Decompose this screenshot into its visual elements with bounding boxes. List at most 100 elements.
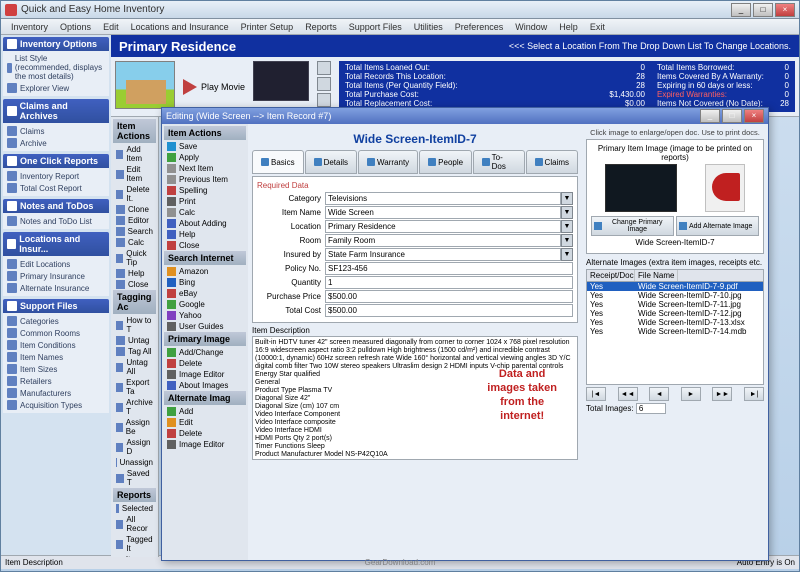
child-action-item[interactable]: Apply (164, 152, 246, 163)
sidebar-item[interactable]: Categories (5, 315, 107, 327)
child-action-item[interactable]: Image Editor (164, 439, 246, 450)
action-item[interactable]: Editor (113, 215, 156, 226)
toolbar-icon[interactable] (317, 77, 331, 91)
col-receipt[interactable]: Receipt/Doc (587, 270, 635, 281)
action-item[interactable]: Selected (113, 503, 156, 514)
sidebar-item[interactable]: Manufacturers (5, 387, 107, 399)
minimize-button[interactable]: _ (731, 3, 751, 17)
dropdown-button[interactable]: ▼ (561, 220, 573, 233)
tab-people[interactable]: People (419, 150, 472, 174)
nav-prev-page-button[interactable]: ◄◄ (618, 387, 638, 401)
panel-header[interactable]: Inventory Options (3, 37, 109, 51)
tab-basics[interactable]: Basics (252, 150, 304, 174)
add-alternate-image-button[interactable]: Add Alternate Image (676, 216, 759, 236)
sidebar-item[interactable]: Acquisition Types (5, 399, 107, 411)
sidebar-item[interactable]: Primary Insurance (5, 270, 107, 282)
field-input[interactable]: Family Room (325, 234, 561, 247)
action-item[interactable]: Unassign (113, 457, 156, 468)
maximize-button[interactable]: □ (753, 3, 773, 17)
nav-next-page-button[interactable]: ►► (712, 387, 732, 401)
image-list-row[interactable]: YesWide Screen-ItemID-7-12.jpg (587, 309, 763, 318)
action-item[interactable]: Calc (113, 237, 156, 248)
panel-header[interactable]: Notes and ToDos (3, 199, 109, 213)
child-action-item[interactable]: Previous Item (164, 174, 246, 185)
sidebar-item[interactable]: Claims (5, 125, 107, 137)
menu-inventory[interactable]: Inventory (5, 22, 54, 32)
pdf-icon[interactable] (705, 164, 745, 212)
action-item[interactable]: Assign D (113, 437, 156, 457)
child-action-item[interactable]: Amazon (164, 266, 246, 277)
dropdown-button[interactable]: ▼ (561, 248, 573, 261)
panel-header[interactable]: One Click Reports (3, 154, 109, 168)
sidebar-item[interactable]: List Style (recommended, displays the mo… (5, 53, 107, 82)
action-item[interactable]: Archive T (113, 397, 156, 417)
tab-to-dos[interactable]: To-Dos (473, 150, 524, 174)
child-action-item[interactable]: Delete (164, 358, 246, 369)
panel-header[interactable]: Locations and Insur... (3, 232, 109, 256)
menu-utilities[interactable]: Utilities (408, 22, 449, 32)
play-movie-button[interactable]: Play Movie (183, 61, 245, 112)
nav-last-button[interactable]: ►| (744, 387, 764, 401)
image-list-row[interactable]: YesWide Screen-ItemID-7-10.jpg (587, 291, 763, 300)
dropdown-button[interactable]: ▼ (561, 234, 573, 247)
close-button[interactable]: × (775, 3, 795, 17)
action-item[interactable]: Untag (113, 335, 156, 346)
dropdown-button[interactable]: ▼ (561, 206, 573, 219)
child-action-item[interactable]: About Adding (164, 218, 246, 229)
image-list-row[interactable]: YesWide Screen-ItemID-7-9.pdf (587, 282, 763, 291)
action-item[interactable]: Item Imag (113, 554, 156, 557)
tab-claims[interactable]: Claims (526, 150, 578, 174)
field-input[interactable]: SF123-456 (325, 262, 573, 275)
action-item[interactable]: Close (113, 279, 156, 290)
toolbar-icon[interactable] (317, 93, 331, 107)
menu-edit[interactable]: Edit (97, 22, 125, 32)
child-action-item[interactable]: Delete (164, 428, 246, 439)
child-action-item[interactable]: Bing (164, 277, 246, 288)
action-item[interactable]: How to T (113, 315, 156, 335)
action-item[interactable]: Clone (113, 204, 156, 215)
child-action-header[interactable]: Primary Image (164, 332, 246, 346)
action-item[interactable]: Help (113, 268, 156, 279)
field-input[interactable]: 1 (325, 276, 573, 289)
sidebar-item[interactable]: Item Names (5, 351, 107, 363)
action-item[interactable]: Quick Tip (113, 248, 156, 268)
child-action-item[interactable]: Image Editor (164, 369, 246, 380)
panel-header[interactable]: Support Files (3, 299, 109, 313)
action-item[interactable]: Tag All (113, 346, 156, 357)
tab-warranty[interactable]: Warranty (358, 150, 418, 174)
nav-prev-button[interactable]: ◄ (649, 387, 669, 401)
child-action-item[interactable]: Close (164, 240, 246, 251)
field-input[interactable]: State Farm Insurance (325, 248, 561, 261)
child-action-header[interactable]: Item Actions (164, 126, 246, 140)
action-item[interactable]: Edit Item (113, 164, 156, 184)
field-input[interactable]: Televisions (325, 192, 561, 205)
action-item[interactable]: All Recor (113, 514, 156, 534)
sidebar-item[interactable]: Inventory Report (5, 170, 107, 182)
action-item[interactable]: Delete It. (113, 184, 156, 204)
child-action-item[interactable]: User Guides (164, 321, 246, 332)
child-action-item[interactable]: Spelling (164, 185, 246, 196)
child-close-button[interactable]: × (744, 109, 764, 123)
menu-preferences[interactable]: Preferences (449, 22, 510, 32)
nav-first-button[interactable]: |◄ (586, 387, 606, 401)
sidebar-item[interactable]: Notes and ToDo List (5, 215, 107, 227)
field-input[interactable]: Primary Residence (325, 220, 561, 233)
child-action-item[interactable]: Help (164, 229, 246, 240)
child-action-item[interactable]: Save (164, 141, 246, 152)
sidebar-item[interactable]: Retailers (5, 375, 107, 387)
dropdown-button[interactable]: ▼ (561, 192, 573, 205)
action-item[interactable]: Saved T (113, 468, 156, 488)
action-item[interactable]: Export Ta (113, 377, 156, 397)
action-item[interactable]: Add Item (113, 144, 156, 164)
field-input[interactable]: Wide Screen (325, 206, 561, 219)
child-maximize-button[interactable]: □ (722, 109, 742, 123)
sidebar-item[interactable]: Item Sizes (5, 363, 107, 375)
menu-window[interactable]: Window (509, 22, 553, 32)
panel-header[interactable]: Claims and Archives (3, 99, 109, 123)
child-action-item[interactable]: Add (164, 406, 246, 417)
image-list-row[interactable]: YesWide Screen-ItemID-7-11.jpg (587, 300, 763, 309)
field-input[interactable]: $500.00 (325, 290, 573, 303)
toolbar-icon[interactable] (317, 61, 331, 75)
child-action-header[interactable]: Alternate Imag (164, 391, 246, 405)
child-action-item[interactable]: Yahoo (164, 310, 246, 321)
